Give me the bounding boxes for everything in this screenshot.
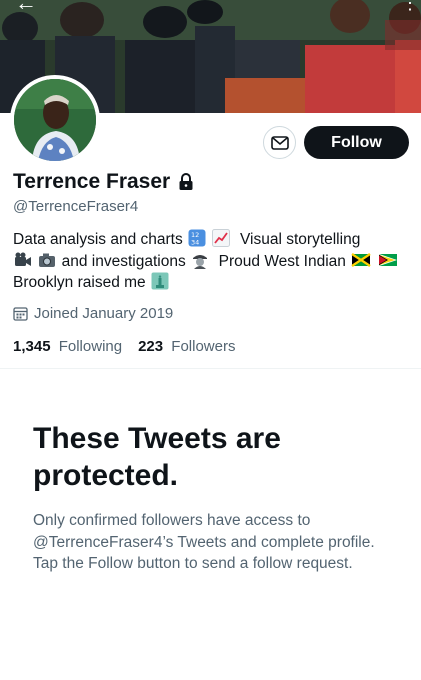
lock-icon bbox=[179, 173, 193, 190]
protected-title: These Tweets are protected. bbox=[33, 422, 281, 492]
display-name-row: Terrence Fraser bbox=[13, 170, 194, 194]
protected-message: Only confirmed followers have access to … bbox=[33, 512, 375, 572]
camera-with-flash-icon bbox=[39, 253, 56, 267]
input-numbers-icon: 12 34 bbox=[188, 229, 206, 247]
movie-camera-icon bbox=[15, 252, 31, 266]
bio-text-3: and investigations bbox=[61, 252, 186, 270]
followers-count: 223 bbox=[138, 338, 164, 355]
followers-link[interactable]: 223 Followers bbox=[138, 338, 235, 355]
following-link[interactable]: 1,345 Following bbox=[13, 338, 122, 355]
back-arrow-icon[interactable]: ← bbox=[10, 0, 42, 18]
joined-date: Joined January 2019 bbox=[13, 305, 173, 322]
section-divider bbox=[0, 368, 421, 369]
follow-stats: 1,345 Following 223 Followers bbox=[13, 338, 251, 355]
statue-of-liberty-icon bbox=[151, 272, 169, 290]
more-options-icon[interactable]: ⋮ bbox=[401, 0, 419, 16]
svg-text:34: 34 bbox=[191, 239, 199, 247]
envelope-icon bbox=[270, 135, 289, 150]
avatar-photo bbox=[14, 79, 96, 161]
guyana-flag-icon bbox=[378, 253, 397, 266]
following-count: 1,345 bbox=[13, 338, 51, 355]
profile-handle: @TerrenceFraser4 bbox=[13, 198, 139, 215]
message-button[interactable] bbox=[263, 126, 296, 159]
chart-increasing-icon bbox=[212, 229, 231, 247]
follow-button[interactable]: Follow bbox=[304, 126, 409, 159]
jamaica-flag-icon bbox=[351, 252, 371, 267]
bio-text-5: Brooklyn raised me bbox=[13, 274, 146, 291]
bio-text-2: Visual storytelling bbox=[239, 231, 361, 248]
display-name: Terrence Fraser bbox=[13, 170, 171, 193]
bio-text-4: Proud West Indian bbox=[218, 252, 346, 270]
bio-text-1: Data analysis and charts bbox=[13, 231, 183, 248]
avatar[interactable] bbox=[10, 75, 100, 165]
joined-label: Joined January 2019 bbox=[34, 305, 174, 322]
detective-icon bbox=[193, 254, 208, 269]
profile-bio: Data analysis and charts 12 34 Visual st… bbox=[13, 229, 413, 294]
calendar-icon bbox=[13, 307, 28, 321]
following-label: Following bbox=[58, 338, 123, 355]
followers-label: Followers bbox=[171, 338, 236, 355]
